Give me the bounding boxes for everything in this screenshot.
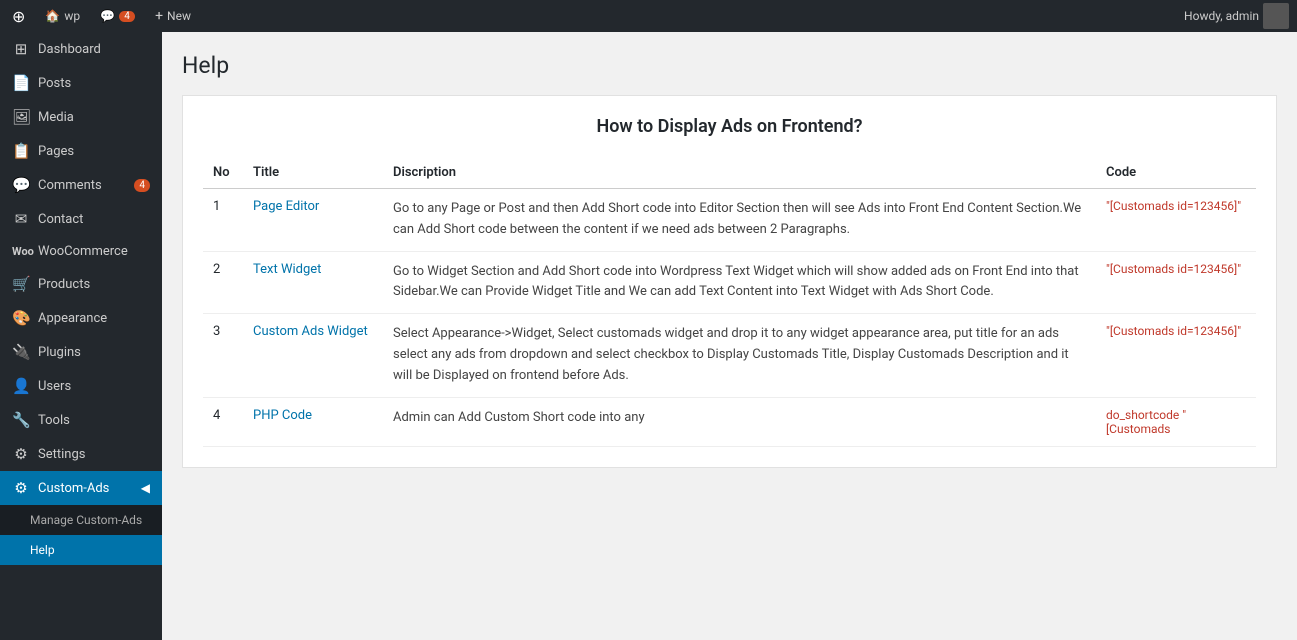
row-code: "[Customads id=123456]" [1096,251,1256,314]
sidebar-label: Comments [38,178,102,193]
dashboard-icon: ⊞ [12,40,30,58]
custom-ads-arrow: ◀ [141,481,150,495]
media-icon: 🖼 [12,108,30,126]
sidebar-label: Settings [38,447,85,462]
sidebar-label: WooCommerce [38,244,128,259]
sidebar-item-woocommerce[interactable]: Woo WooCommerce [0,236,162,267]
sidebar-label: Custom-Ads [38,481,109,496]
comments-icon: 💬 [12,176,30,194]
comments-badge: 4 [119,11,135,22]
sidebar-item-plugins[interactable]: 🔌 Plugins [0,335,162,369]
site-name: wp [64,9,80,23]
howdy-label: Howdy, admin [1184,9,1259,23]
users-icon: 👤 [12,377,30,395]
wp-logo[interactable]: ⊕ [8,0,29,32]
plugins-icon: 🔌 [12,343,30,361]
posts-icon: 📄 [12,74,30,92]
sidebar-item-manage-custom-ads[interactable]: Manage Custom-Ads [0,505,162,535]
help-label: Help [30,543,55,557]
row-description: Select Appearance->Widget, Select custom… [383,314,1096,397]
admin-bar-right: Howdy, admin [1184,3,1289,29]
comments-sidebar-badge: 4 [134,179,150,192]
help-card: How to Display Ads on Frontend? No Title… [182,95,1277,468]
sidebar: ⊞ Dashboard 📄 Posts 🖼 Media 📋 Pages 💬 Co… [0,32,162,640]
row-description: Go to Widget Section and Add Short code … [383,251,1096,314]
appearance-icon: 🎨 [12,309,30,327]
comments-item[interactable]: 💬 4 [96,0,139,32]
sidebar-label: Media [38,110,74,125]
sidebar-item-products[interactable]: 🛒 Products [0,267,162,301]
row-description: Go to any Page or Post and then Add Shor… [383,189,1096,252]
admin-avatar[interactable] [1263,3,1289,29]
plus-icon: + [155,8,163,24]
main-content: Help How to Display Ads on Frontend? No … [162,32,1297,640]
new-item[interactable]: + New [151,0,195,32]
sidebar-item-media[interactable]: 🖼 Media [0,100,162,134]
row-code: "[Customads id=123456]" [1096,314,1256,397]
table-header-row: No Title Discription Code [203,157,1256,189]
sidebar-label: Appearance [38,311,107,326]
pages-icon: 📋 [12,142,30,160]
layout: ⊞ Dashboard 📄 Posts 🖼 Media 📋 Pages 💬 Co… [0,32,1297,640]
col-header-code: Code [1096,157,1256,189]
products-icon: 🛒 [12,275,30,293]
sidebar-item-tools[interactable]: 🔧 Tools [0,403,162,437]
site-name-item[interactable]: 🏠 wp [41,0,84,32]
row-code: do_shortcode "[Customads [1096,397,1256,446]
table-row: 3Custom Ads WidgetSelect Appearance->Wid… [203,314,1256,397]
col-header-no: No [203,157,243,189]
help-heading: How to Display Ads on Frontend? [203,116,1256,137]
row-description: Admin can Add Custom Short code into any [383,397,1096,446]
row-title[interactable]: Page Editor [243,189,383,252]
sidebar-item-pages[interactable]: 📋 Pages [0,134,162,168]
sidebar-label: Pages [38,144,74,159]
sidebar-label: Dashboard [38,42,101,57]
table-row: 2Text WidgetGo to Widget Section and Add… [203,251,1256,314]
sidebar-label: Products [38,277,90,292]
row-no: 4 [203,397,243,446]
wp-logo-icon: ⊕ [12,7,25,26]
sidebar-label: Users [38,379,71,394]
row-code: "[Customads id=123456]" [1096,189,1256,252]
sidebar-item-help[interactable]: Help [0,535,162,565]
row-no: 3 [203,314,243,397]
new-label: New [167,9,191,23]
sidebar-label: Posts [38,76,71,91]
sidebar-label: Plugins [38,345,81,360]
table-row: 4PHP CodeAdmin can Add Custom Short code… [203,397,1256,446]
page-title: Help [182,52,1277,79]
sidebar-item-dashboard[interactable]: ⊞ Dashboard [0,32,162,66]
sidebar-item-custom-ads[interactable]: ⚙ Custom-Ads ◀ [0,471,162,505]
sidebar-label: Tools [38,413,70,428]
sidebar-item-comments[interactable]: 💬 Comments 4 [0,168,162,202]
admin-bar: ⊕ 🏠 wp 💬 4 + New Howdy, admin [0,0,1297,32]
help-table: No Title Discription Code 1Page EditorGo… [203,157,1256,447]
contact-icon: ✉ [12,210,30,228]
col-header-title: Title [243,157,383,189]
row-no: 1 [203,189,243,252]
home-icon: 🏠 [45,9,60,23]
row-title[interactable]: Custom Ads Widget [243,314,383,397]
table-row: 1Page EditorGo to any Page or Post and t… [203,189,1256,252]
comment-bubble-icon: 💬 [100,9,115,23]
col-header-description: Discription [383,157,1096,189]
custom-ads-submenu: Manage Custom-Ads Help [0,505,162,565]
row-title[interactable]: PHP Code [243,397,383,446]
row-no: 2 [203,251,243,314]
sidebar-label: Contact [38,212,83,227]
sidebar-item-settings[interactable]: ⚙ Settings [0,437,162,471]
sidebar-item-contact[interactable]: ✉ Contact [0,202,162,236]
sidebar-item-appearance[interactable]: 🎨 Appearance [0,301,162,335]
manage-custom-ads-label: Manage Custom-Ads [30,513,142,527]
sidebar-item-users[interactable]: 👤 Users [0,369,162,403]
woocommerce-icon: Woo [12,245,30,258]
settings-icon: ⚙ [12,445,30,463]
sidebar-item-posts[interactable]: 📄 Posts [0,66,162,100]
custom-ads-icon: ⚙ [12,479,30,497]
tools-icon: 🔧 [12,411,30,429]
row-title[interactable]: Text Widget [243,251,383,314]
